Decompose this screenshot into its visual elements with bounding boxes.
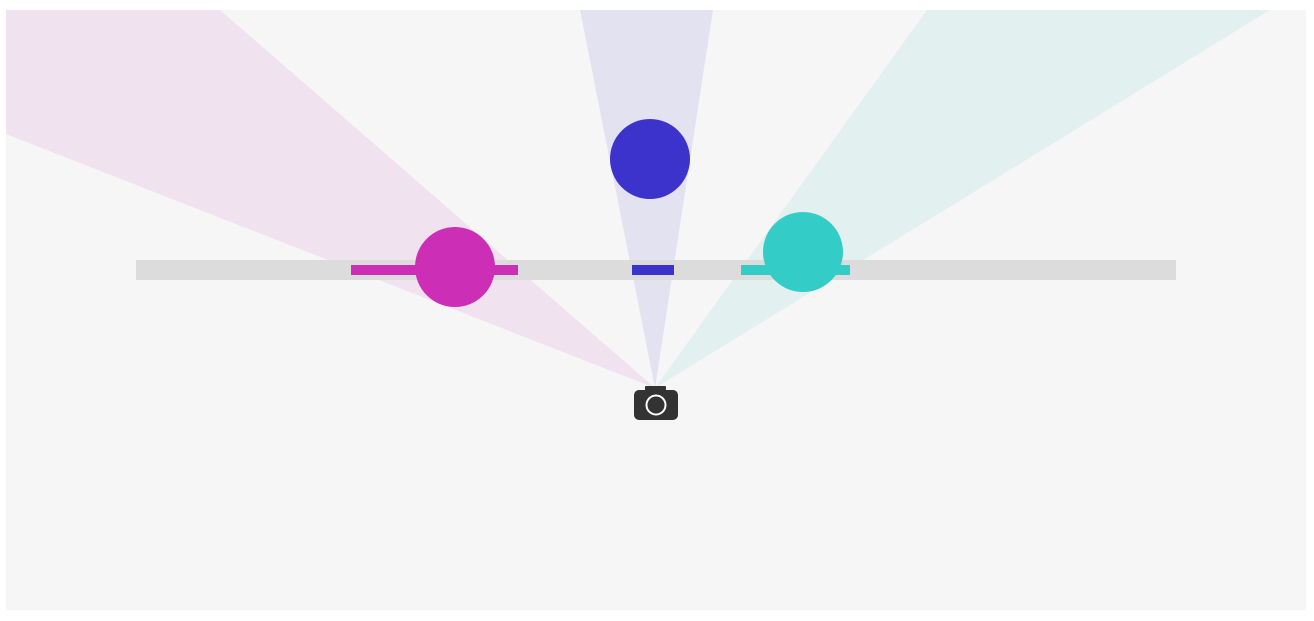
blue-projection-bar: [632, 265, 674, 275]
camera-icon: [634, 386, 678, 420]
magenta-sphere: [415, 227, 495, 307]
diagram-stage: [0, 0, 1314, 616]
camera-projection-diagram: [6, 10, 1306, 610]
teal-sphere: [763, 212, 843, 292]
blue-sphere: [610, 119, 690, 199]
